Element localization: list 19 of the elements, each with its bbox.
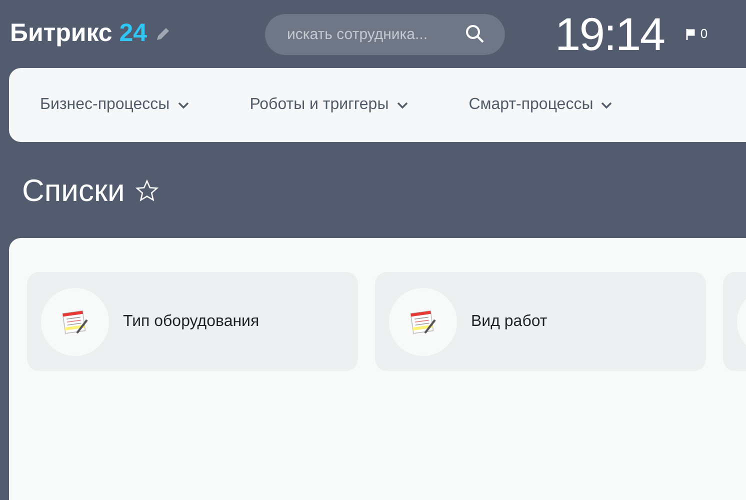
nav-menu-item[interactable]: Бизнес-процессы — [40, 93, 189, 117]
nav-menu-item[interactable]: Смарт-процессы — [468, 93, 612, 117]
nav-menu-item[interactable]: Роботы и триггеры — [250, 93, 408, 117]
search-icon[interactable] — [465, 24, 485, 44]
pencil-icon[interactable] — [155, 26, 172, 42]
chevron-down-icon — [601, 102, 612, 108]
clock: 19:14 — [555, 6, 664, 62]
logo-text[interactable]: Битрикс 24 — [10, 15, 148, 53]
chevron-down-icon — [396, 102, 408, 108]
search-field[interactable]: искать сотрудника... — [265, 14, 505, 54]
star-icon[interactable] — [134, 179, 159, 203]
flag-count: 0 — [700, 25, 708, 44]
flag-icon[interactable] — [686, 28, 696, 40]
chevron-down-icon — [178, 102, 189, 108]
list-name: Вид работ — [471, 312, 548, 332]
list-card[interactable]: Тип оборудования — [27, 272, 358, 371]
page-title: Списки — [22, 172, 125, 210]
list-card[interactable]: Вид работ — [375, 272, 706, 371]
list-name: Тип оборудования — [123, 312, 260, 332]
